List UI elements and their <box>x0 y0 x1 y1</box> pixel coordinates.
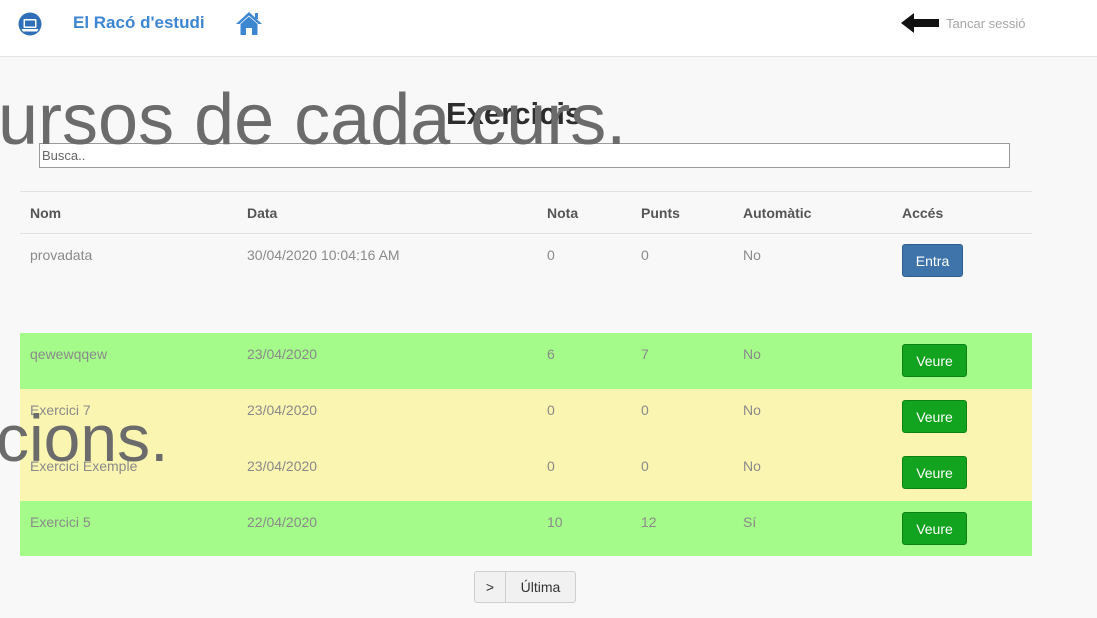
next-page-button[interactable]: > <box>474 571 506 603</box>
cell-punts: 0 <box>641 247 649 263</box>
cell-nom: Exercici 7 <box>30 402 91 418</box>
cell-nom: Exercici Exemple <box>30 458 138 474</box>
view-button[interactable]: Veure <box>902 456 967 489</box>
cell-data: 23/04/2020 <box>247 346 318 362</box>
brand-link[interactable]: El Racó d'estudi <box>73 12 205 34</box>
last-page-button[interactable]: Última <box>506 571 576 603</box>
cell-nom: provadata <box>30 247 93 263</box>
table-row: provadata 30/04/2020 10:04:16 AM 0 0 No … <box>20 234 1032 333</box>
column-header-acces: Accés <box>902 205 944 221</box>
cell-data: 30/04/2020 10:04:16 AM <box>247 247 400 263</box>
enter-button[interactable]: Entra <box>902 244 963 277</box>
cell-automatic: No <box>743 458 761 474</box>
table-row: qewewqqew 23/04/2020 6 7 No Veure <box>20 333 1032 389</box>
cell-nota: 0 <box>547 402 555 418</box>
cell-punts: 0 <box>641 458 649 474</box>
cell-automatic: No <box>743 402 761 418</box>
laptop-user-icon <box>18 12 42 36</box>
logout-link[interactable]: Tancar sessió <box>900 11 1025 35</box>
column-header-nom: Nom <box>30 205 62 221</box>
arrow-left-icon <box>901 13 939 33</box>
search-input[interactable] <box>39 143 1010 168</box>
cell-nom: Exercici 5 <box>30 514 91 530</box>
page-title: Exercicis <box>446 96 583 131</box>
table-row: Exercici 5 22/04/2020 10 12 Sí Veure <box>20 501 1032 556</box>
table-header: Nom Data Nota Punts Automàtic Accés <box>20 191 1032 234</box>
cell-automatic: Sí <box>743 514 757 530</box>
cell-nota: 0 <box>547 458 555 474</box>
column-header-punts: Punts <box>641 205 680 221</box>
exercises-table: Nom Data Nota Punts Automàtic Accés prov… <box>20 191 1032 556</box>
view-button[interactable]: Veure <box>902 344 967 377</box>
home-icon[interactable] <box>234 9 264 37</box>
table-row: Exercici Exemple 23/04/2020 0 0 No Veure <box>20 445 1032 501</box>
column-header-nota: Nota <box>547 205 579 221</box>
cell-automatic: No <box>743 346 761 362</box>
cell-punts: 0 <box>641 402 649 418</box>
column-header-automatic: Automàtic <box>743 205 812 221</box>
cell-automatic: No <box>743 247 761 263</box>
column-header-data: Data <box>247 205 278 221</box>
cell-nota: 0 <box>547 247 555 263</box>
pagination: > Última <box>474 571 576 603</box>
cell-data: 22/04/2020 <box>247 514 318 530</box>
cell-nom: qewewqqew <box>30 346 108 362</box>
cell-punts: 12 <box>641 514 657 530</box>
cell-nota: 6 <box>547 346 555 362</box>
cell-data: 23/04/2020 <box>247 458 318 474</box>
cell-data: 23/04/2020 <box>247 402 318 418</box>
view-button[interactable]: Veure <box>902 400 967 433</box>
cell-punts: 7 <box>641 346 649 362</box>
cell-nota: 10 <box>547 514 563 530</box>
top-navbar: El Racó d'estudi Tancar sessió <box>0 0 1097 57</box>
view-button[interactable]: Veure <box>902 512 967 545</box>
logout-label: Tancar sessió <box>946 15 1026 31</box>
table-row: Exercici 7 23/04/2020 0 0 No Veure <box>20 389 1032 445</box>
